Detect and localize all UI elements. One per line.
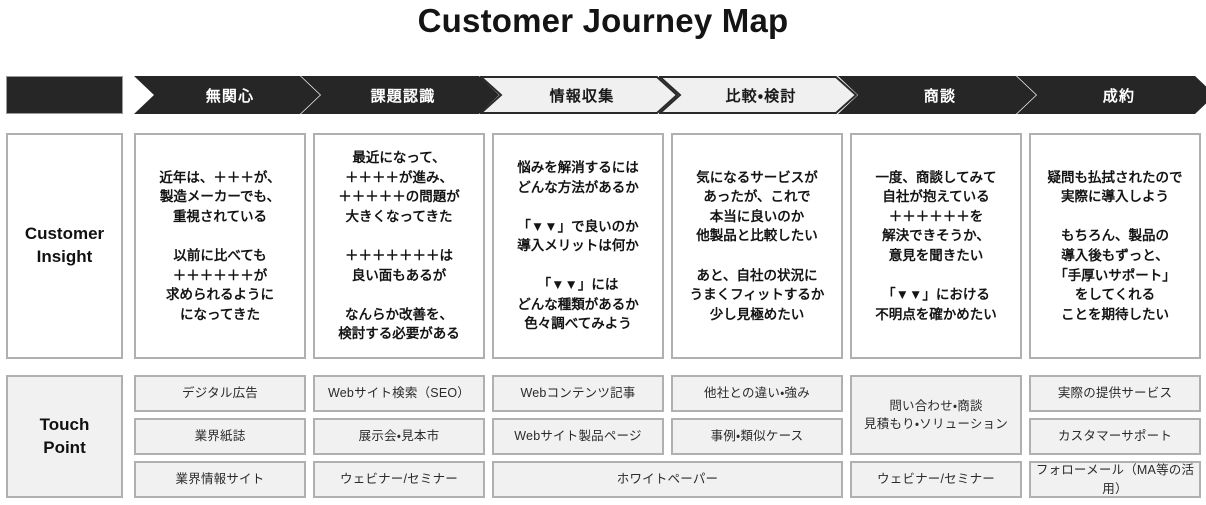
stage-header-6[interactable]: 成約: [1017, 76, 1206, 114]
stage-header-4[interactable]: 比較・検討: [659, 76, 857, 114]
header-corner-cell: [6, 76, 123, 114]
touch-point-item[interactable]: カスタマーサポート: [1029, 418, 1201, 455]
stage-header-label: 商談: [923, 87, 957, 105]
stage-header-5[interactable]: 商談: [838, 76, 1036, 114]
touch-point-item[interactable]: ウェビナー/セミナー: [850, 461, 1022, 498]
stage-header-2[interactable]: 課題認識: [301, 76, 499, 114]
touch-point-item[interactable]: 展示会・見本市: [313, 418, 485, 455]
row-label-customer-insight: Customer Insight: [6, 133, 123, 359]
page-title: Customer Journey Map: [417, 2, 789, 39]
touch-point-item[interactable]: 他社との違い・強み: [671, 375, 843, 412]
touch-point-item[interactable]: 事例・類似ケース: [671, 418, 843, 455]
stage-header-band: 無関心 課題認識 情報収集 比較・検討 商談 成約: [0, 76, 1206, 114]
insight-cell-1: 近年は、＋＋＋が、 製造メーカーでも、 重視されている 以前に比べても ＋＋＋＋…: [134, 133, 306, 359]
customer-journey-map: Customer Journey Map 無関心 課題認識 情報収集 比較・検討 商談 成…: [0, 0, 1206, 505]
touch-point-item[interactable]: Webサイト製品ページ: [492, 418, 664, 455]
touch-point-item[interactable]: ウェビナー/セミナー: [313, 461, 485, 498]
touch-point-item[interactable]: デジタル広告: [134, 375, 306, 412]
insight-cell-2: 最近になって、 ＋＋＋＋が進み、 ＋＋＋＋＋の問題が 大きくなってきた ＋＋＋＋…: [313, 133, 485, 359]
stage-header-label: 情報収集: [549, 87, 615, 105]
insight-cell-5: 一度、商談してみて 自社が抱えている ＋＋＋＋＋＋を 解決できそうか、 意見を聞…: [850, 133, 1022, 359]
insight-cell-4: 気になるサービスが あったが、これで 本当に良いのか 他製品と比較したい あと、…: [671, 133, 843, 359]
insight-cell-3: 悩みを解消するには どんな方法があるか 「▼▼」で良いのか 導入メリットは何か …: [492, 133, 664, 359]
touch-point-item[interactable]: ホワイトペーパー: [492, 461, 843, 498]
stage-header-label: 比較・検討: [725, 87, 797, 105]
touch-point-item[interactable]: 実際の提供サービス: [1029, 375, 1201, 412]
touch-point-item[interactable]: 業界情報サイト: [134, 461, 306, 498]
stage-header-label: 無関心: [205, 87, 255, 105]
stage-header-1[interactable]: 無関心: [134, 76, 320, 114]
touch-point-item[interactable]: 問い合わせ・商談 見積もり・ソリューション: [850, 375, 1022, 455]
touch-point-item[interactable]: フォローメール（MA等の活用）: [1029, 461, 1201, 498]
row-label-touch-point: Touch Point: [6, 375, 123, 498]
stage-header-label: 成約: [1102, 87, 1136, 105]
touch-point-item[interactable]: 業界紙誌: [134, 418, 306, 455]
insight-cell-6: 疑問も払拭されたので 実際に導入しよう もちろん、製品の 導入後もずっと、 「手…: [1029, 133, 1201, 359]
touch-point-item[interactable]: Webコンテンツ記事: [492, 375, 664, 412]
stage-header-label: 課題認識: [370, 87, 436, 105]
stage-header-3[interactable]: 情報収集: [480, 76, 678, 114]
touch-point-item[interactable]: Webサイト検索（SEO）: [313, 375, 485, 412]
